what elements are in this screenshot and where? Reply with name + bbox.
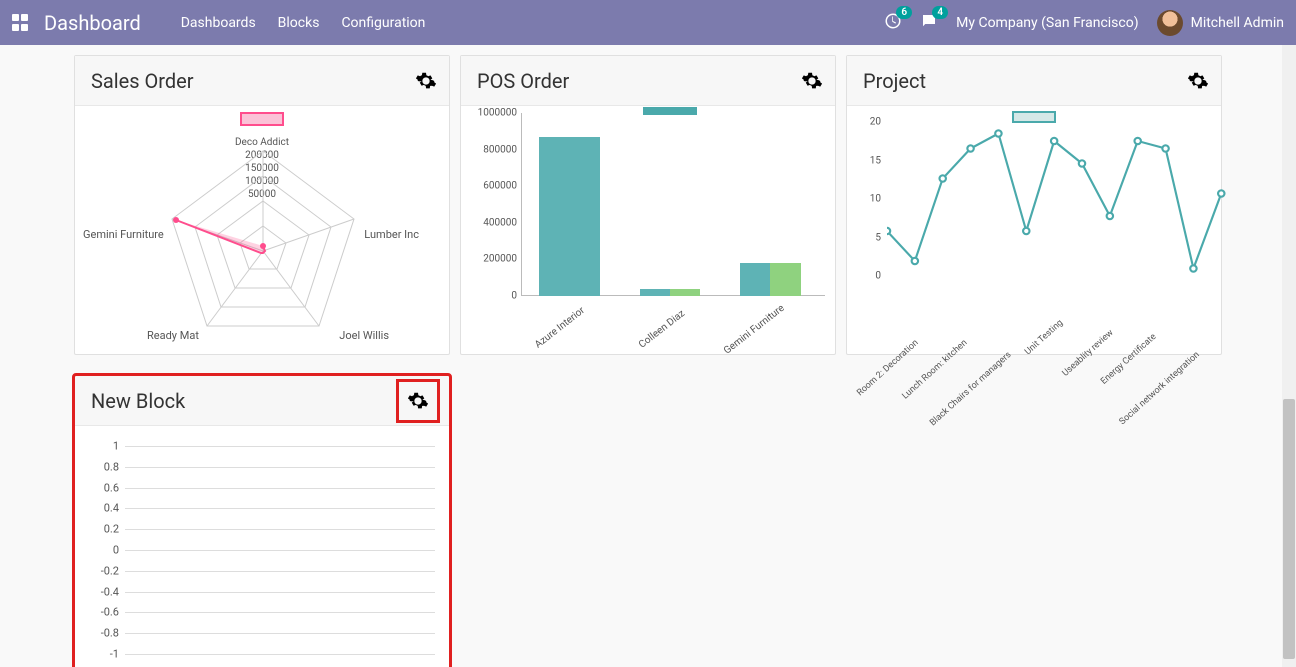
activity-badge: 6 xyxy=(896,6,912,19)
bar-x-axis: Azure Interior Colleen Diaz Gemini Furni… xyxy=(521,300,825,352)
dashboard-canvas: Sales Order Deco Addict 200000 150000 10… xyxy=(0,45,1296,667)
discuss-icon[interactable]: 4 xyxy=(920,12,938,34)
discuss-badge: 4 xyxy=(932,6,948,19)
company-switcher[interactable]: My Company (San Francisco) xyxy=(956,15,1138,31)
gear-icon[interactable] xyxy=(407,390,429,412)
navbar: Dashboard Dashboards Blocks Configuratio… xyxy=(0,0,1296,45)
line-x-axis: Room 2: Decoration Lunch Room: kitchen B… xyxy=(891,280,1216,352)
project-line-chart: 20 15 10 5 0 Room 2: Decoration Lunch Ro… xyxy=(847,106,1221,354)
gear-icon[interactable] xyxy=(1187,70,1209,92)
pos-order-bar-chart: 1000000 800000 600000 400000 200000 0 xyxy=(461,106,835,354)
bar xyxy=(770,263,800,296)
card-new-block: New Block 1 0.8 0.6 0.4 0.2 0 -0.2 -0.4 … xyxy=(74,375,450,667)
bar xyxy=(539,137,600,296)
bar xyxy=(740,263,770,296)
radar-axis-label: Ready Mat xyxy=(147,329,199,342)
card-title: POS Order xyxy=(477,69,801,93)
gear-highlight xyxy=(399,382,437,420)
card-title: Sales Order xyxy=(91,69,415,93)
user-menu[interactable]: Mitchell Admin xyxy=(1191,15,1284,31)
new-block-chart: 1 0.8 0.6 0.4 0.2 0 -0.2 -0.4 -0.6 -0.8 … xyxy=(75,426,449,667)
radar-axis-label: Joel Willis xyxy=(339,329,389,342)
gear-icon[interactable] xyxy=(415,70,437,92)
bar xyxy=(640,289,670,296)
radar-axis-label: Gemini Furniture xyxy=(83,228,164,241)
radar-axis-label: Lumber Inc xyxy=(364,228,419,241)
card-title: Project xyxy=(863,69,1187,93)
avatar[interactable] xyxy=(1157,10,1183,36)
scrollbar-thumb[interactable] xyxy=(1283,399,1295,659)
apps-icon[interactable] xyxy=(12,14,30,32)
card-sales-order: Sales Order Deco Addict 200000 150000 10… xyxy=(74,55,450,355)
grid-y-axis: 1 0.8 0.6 0.4 0.2 0 -0.2 -0.4 -0.6 -0.8 … xyxy=(85,446,119,654)
activity-icon[interactable]: 6 xyxy=(884,12,902,34)
sales-order-radar-chart: Deco Addict 200000 150000 100000 50000 xyxy=(75,106,449,354)
nav-link-blocks[interactable]: Blocks xyxy=(278,15,320,31)
line-y-axis: 20 15 10 5 0 xyxy=(859,122,881,276)
card-title: New Block xyxy=(91,389,399,413)
card-project: Project 20 15 10 5 0 xyxy=(846,55,1222,355)
legend-swatch xyxy=(1012,111,1056,123)
bar xyxy=(670,289,700,296)
gear-icon[interactable] xyxy=(801,70,823,92)
card-pos-order: POS Order 1000000 800000 600000 400000 2… xyxy=(460,55,836,355)
nav-link-dashboards[interactable]: Dashboards xyxy=(181,15,256,31)
nav-link-configuration[interactable]: Configuration xyxy=(341,15,425,31)
bar-y-axis: 1000000 800000 600000 400000 200000 0 xyxy=(471,113,519,296)
app-brand[interactable]: Dashboard xyxy=(44,11,141,35)
